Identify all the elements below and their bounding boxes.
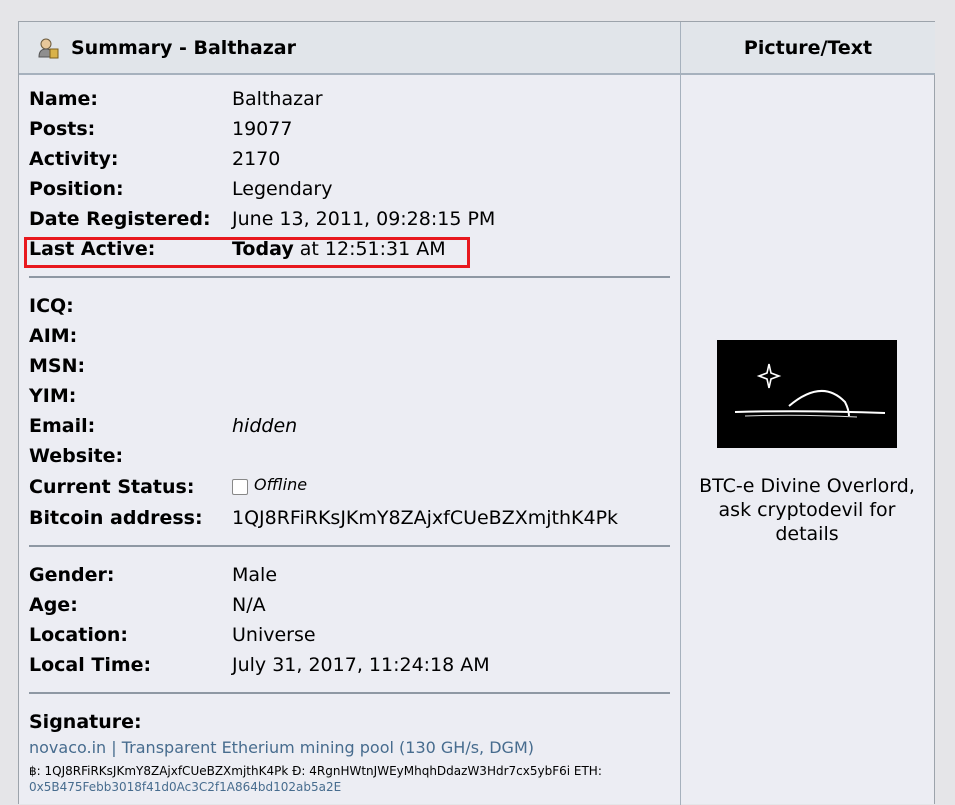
- yim-label: YIM:: [29, 385, 77, 407]
- picture-text-header: Picture/Text: [680, 22, 935, 75]
- picture-text-title: Picture/Text: [743, 37, 873, 59]
- location-value: Universe: [232, 624, 316, 646]
- position-label: Position:: [29, 178, 124, 200]
- name-label: Name:: [29, 88, 99, 110]
- activity-label: Activity:: [29, 148, 119, 170]
- profile-panel: Summary - Balthazar Picture/Text Name: B…: [18, 21, 935, 805]
- offline-status-icon: [232, 479, 248, 495]
- email-value: hidden: [232, 415, 298, 437]
- bitcoin-address-label: Bitcoin address:: [29, 507, 203, 529]
- aim-label: AIM:: [29, 325, 78, 347]
- section-divider: [29, 276, 670, 278]
- email-label: Email:: [29, 415, 96, 437]
- mining-pool-link[interactable]: Transparent Etherium mining pool (130 GH…: [122, 738, 534, 757]
- local-time-value: July 31, 2017, 11:24:18 AM: [232, 654, 490, 676]
- section-divider: [29, 692, 670, 694]
- current-status-value: Offline: [232, 474, 307, 496]
- signature-line-2: ฿: 1QJ8RFiRKsJKmY8ZAjxfCUeBZXmjthK4Pk Ɖ:…: [29, 764, 602, 778]
- location-label: Location:: [29, 624, 129, 646]
- avatar-caption: BTC-e Divine Overlord, ask cryptodevil f…: [699, 475, 915, 545]
- section-divider: [29, 545, 670, 547]
- activity-value: 2170: [232, 148, 281, 170]
- page-title: Summary - Balthazar: [71, 37, 296, 59]
- date-registered-value: June 13, 2011, 09:28:15 PM: [232, 208, 496, 230]
- name-value: Balthazar: [232, 88, 323, 110]
- signature-divider: |: [106, 738, 122, 757]
- user-icon: [38, 38, 59, 59]
- eth-address-link[interactable]: 0x5B475Febb3018f41d0Ac3C2f1A864bd102ab5a…: [29, 780, 341, 794]
- current-status-label: Current Status:: [29, 476, 195, 498]
- website-label: Website:: [29, 445, 124, 467]
- bitcoin-address-value: 1QJ8RFiRKsJKmY8ZAjxfCUeBZXmjthK4Pk: [232, 507, 619, 529]
- age-label: Age:: [29, 594, 78, 616]
- novaco-link[interactable]: novaco.in: [29, 738, 106, 757]
- posts-value: 19077: [232, 118, 293, 140]
- signature-label: Signature:: [29, 711, 142, 733]
- column-divider: [680, 75, 681, 805]
- signature-line-1: novaco.in | Transparent Etherium mining …: [29, 738, 534, 757]
- avatar-image: [717, 340, 897, 448]
- status-text: Offline: [254, 475, 308, 494]
- msn-label: MSN:: [29, 355, 86, 377]
- posts-label: Posts:: [29, 118, 96, 140]
- summary-header: Summary - Balthazar: [19, 22, 680, 75]
- date-registered-label: Date Registered:: [29, 208, 211, 230]
- gender-label: Gender:: [29, 564, 115, 586]
- last-active-highlight-box: [24, 237, 470, 268]
- local-time-label: Local Time:: [29, 654, 152, 676]
- gender-value: Male: [232, 564, 278, 586]
- age-value: N/A: [232, 594, 266, 616]
- position-value: Legendary: [232, 178, 333, 200]
- icq-label: ICQ:: [29, 295, 74, 317]
